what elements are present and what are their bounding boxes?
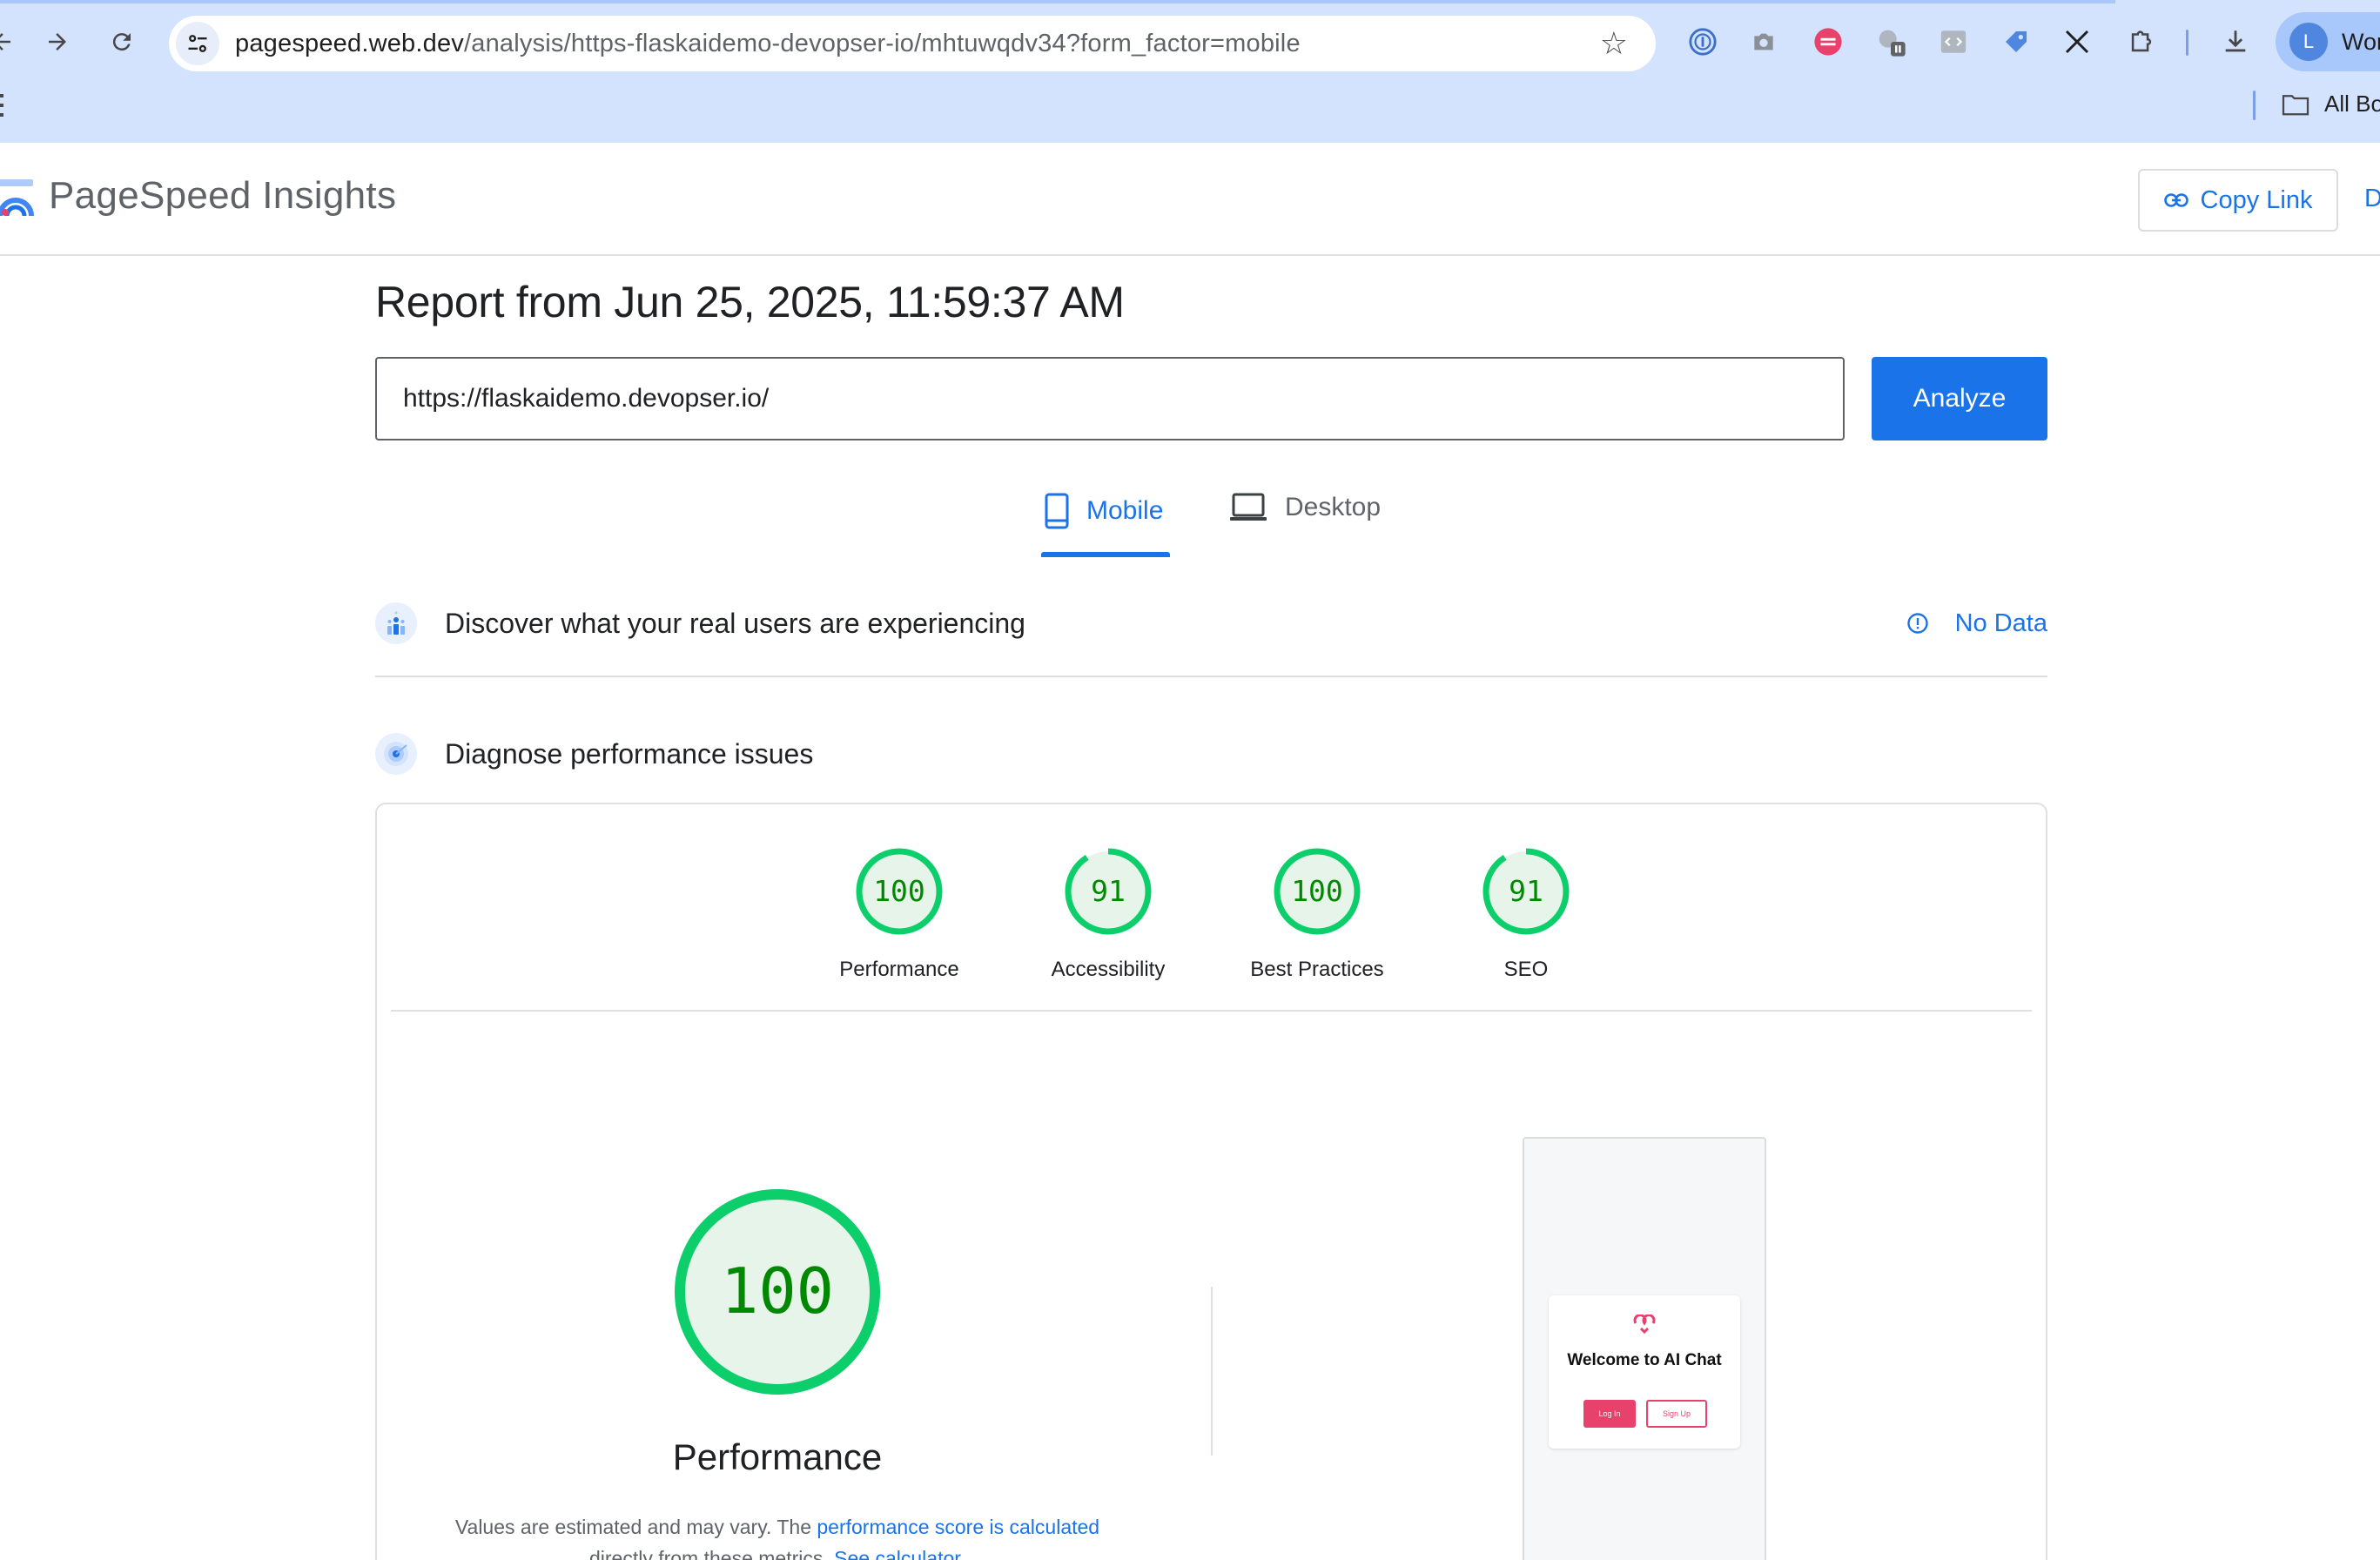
site-settings-icon[interactable] (176, 22, 219, 65)
lighthouse-diagnose-icon (375, 733, 417, 775)
download-icon[interactable] (2218, 24, 2253, 59)
password-manager-icon[interactable] (1685, 24, 1720, 59)
browser-chrome: pagespeed.web.dev/analysis/https-flaskai… (0, 0, 2380, 143)
extensions-puzzle-icon[interactable] (2124, 24, 2159, 59)
lighthouse-report-card: 100 Performance 91 Accessibility 100 Bes… (375, 803, 2047, 1560)
pagespeed-logo-icon[interactable] (0, 178, 37, 221)
link-icon (2163, 193, 2188, 207)
performance-heading: Performance (672, 1436, 883, 1477)
vertical-divider (1211, 1287, 1213, 1456)
copy-link-button[interactable]: Copy Link (2138, 169, 2338, 232)
code-extension-icon[interactable] (1936, 24, 1971, 59)
active-tab-underline (1041, 552, 1170, 557)
profile-label: Wor (2342, 28, 2380, 55)
score-label: Best Practices (1250, 958, 1384, 981)
score-gauge-seo[interactable]: 91 SEO (1422, 846, 1630, 982)
screenshot-login-button: Log In (1583, 1400, 1636, 1428)
bookmark-star-icon[interactable]: ☆ (1600, 26, 1628, 61)
reload-icon (112, 33, 131, 51)
real-users-section: Discover what your real users are experi… (375, 602, 2047, 644)
score-label: Performance (839, 958, 959, 981)
info-icon (1906, 612, 1929, 635)
reload-button[interactable] (103, 23, 141, 61)
screenshot-title: Welcome to AI Chat (1567, 1351, 1722, 1369)
performance-big-gauge: 100 (675, 1189, 880, 1395)
section-divider (375, 676, 2047, 677)
forward-button[interactable] (38, 23, 77, 61)
url-input[interactable] (375, 357, 1845, 440)
score-gauge-best-practices[interactable]: 100 Best Practices (1213, 846, 1422, 982)
performance-score-link[interactable]: performance score is calculated (817, 1516, 1099, 1538)
paused-extension-icon[interactable] (1873, 24, 1908, 59)
truncated-header-button[interactable]: D (2364, 185, 2380, 213)
address-bar[interactable]: pagespeed.web.dev/analysis/https-flaskai… (169, 16, 1656, 71)
score-gauge-accessibility[interactable]: 91 Accessibility (1004, 846, 1213, 982)
gauge-ring: 91 (1065, 848, 1152, 935)
url-path: /analysis/https-flaskaidemo-devopser-io/… (464, 29, 1301, 57)
score-value: 91 (1509, 874, 1543, 908)
red-extension-icon[interactable] (1811, 24, 1846, 59)
active-tab-indicator (0, 0, 2115, 3)
analyze-button[interactable]: Analyze (1872, 357, 2047, 440)
tag-extension-icon[interactable] (1999, 24, 2034, 59)
copy-link-label: Copy Link (2200, 185, 2313, 214)
diagnose-heading: Diagnose performance issues (445, 737, 814, 770)
diagnose-section: Diagnose performance issues (375, 733, 2047, 775)
profile-button[interactable]: L Wor (2276, 12, 2380, 71)
score-value: 100 (873, 874, 925, 908)
screenshot-welcome-card: Welcome to AI Chat Log In Sign Up (1549, 1295, 1740, 1449)
camera-icon[interactable] (1746, 24, 1781, 59)
score-gauge-performance[interactable]: 100 Performance (795, 846, 1004, 982)
laptop-icon (1229, 493, 1267, 522)
crux-users-icon (375, 602, 417, 644)
final-screenshot: Welcome to AI Chat Log In Sign Up (1523, 1137, 1766, 1560)
avatar: L (2289, 23, 2328, 61)
score-label: SEO (1503, 958, 1549, 981)
url-host: pagespeed.web.dev (235, 29, 464, 57)
all-bookmarks-button[interactable]: All Bo (2281, 91, 2380, 118)
no-data-link[interactable]: No Data (1906, 609, 2047, 638)
tab-desktop[interactable]: Desktop (1229, 493, 1381, 522)
gauge-ring: 100 (1274, 848, 1361, 935)
performance-note: Values are estimated and may vary. The p… (429, 1511, 1126, 1560)
forward-arrow-icon (49, 33, 66, 50)
url-text: pagespeed.web.dev/analysis/https-flaskai… (235, 30, 1301, 58)
folder-icon (2282, 94, 2309, 115)
gauge-ring: 100 (856, 848, 943, 935)
note-middle: directly from these metrics. (588, 1547, 835, 1560)
apps-grid-icon[interactable] (0, 92, 7, 118)
bookmarks-separator (2253, 91, 2256, 120)
gauge-ring: 91 (1482, 848, 1570, 935)
score-value: 91 (1091, 874, 1126, 908)
screenshot-signup-button: Sign Up (1646, 1400, 1707, 1428)
smartphone-icon (1045, 493, 1069, 529)
all-bookmarks-label: All Bo (2324, 91, 2380, 117)
x-icon[interactable] (2060, 24, 2094, 59)
real-users-heading: Discover what your real users are experi… (445, 607, 1025, 639)
performance-score-value: 100 (721, 1254, 834, 1328)
note-prefix: Values are estimated and may vary. The (454, 1516, 817, 1538)
toolbar-separator (2186, 30, 2188, 56)
score-value: 100 (1291, 874, 1343, 908)
see-calculator-link[interactable]: See calculator. (834, 1547, 965, 1560)
no-data-label: No Data (1954, 609, 2047, 637)
tab-desktop-label: Desktop (1285, 493, 1382, 521)
back-button[interactable] (0, 23, 21, 61)
tab-mobile[interactable]: Mobile (1045, 493, 1163, 529)
score-label: Accessibility (1051, 958, 1166, 981)
card-divider (391, 1010, 2032, 1012)
chat-logo-icon (1633, 1315, 1656, 1334)
tab-mobile-label: Mobile (1086, 496, 1164, 525)
psi-header: PageSpeed Insights Copy Link D (0, 143, 2380, 256)
back-arrow-icon (0, 33, 10, 50)
report-title: Report from Jun 25, 2025, 11:59:37 AM (375, 278, 1125, 326)
app-title[interactable]: PageSpeed Insights (49, 174, 396, 218)
